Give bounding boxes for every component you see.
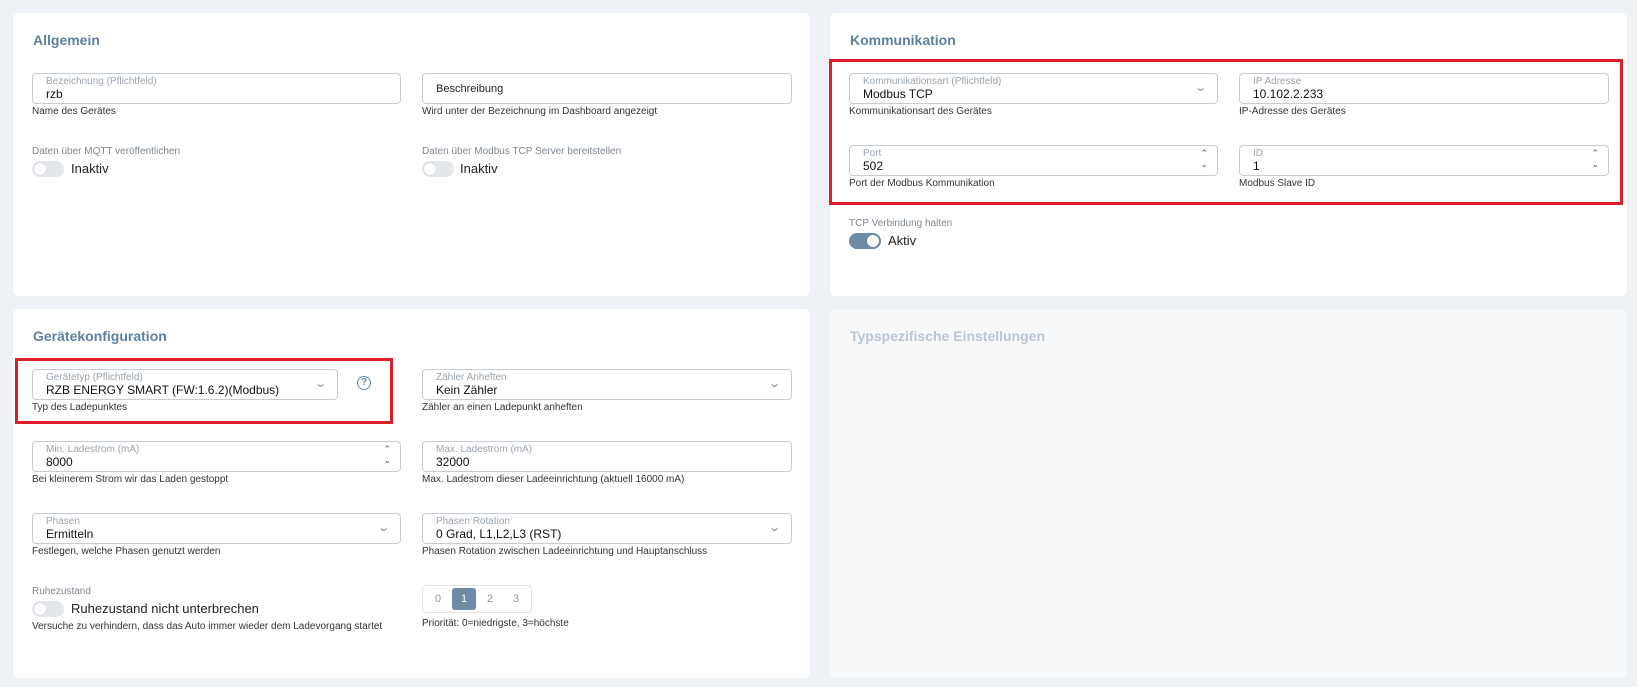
field-hint: Bei kleinerem Strom wir das Laden gestop…: [32, 474, 229, 485]
field-hint: Name des Gerätes: [32, 106, 116, 117]
toggle-knob: [424, 163, 436, 175]
field-hint: Wird unter der Bezeichnung im Dashboard …: [422, 106, 658, 117]
field-value: rzb: [46, 87, 63, 101]
card-title: Typspezifische Einstellungen: [850, 328, 1046, 344]
prioritaet-option-1[interactable]: 1: [452, 588, 476, 610]
min-ladestrom-input[interactable]: Min. Ladestrom (mA) 8000 ⌃ ⌄: [32, 441, 401, 472]
field-placeholder: Beschreibung: [436, 83, 504, 95]
prioritaet-option-0[interactable]: 0: [426, 588, 450, 610]
field-hint: Max. Ladestrom dieser Ladeeinrichtung (a…: [422, 474, 685, 485]
field-label: Phasen Rotation: [436, 516, 510, 527]
card-typspezifisch: Typspezifische Einstellungen: [830, 309, 1627, 678]
chevron-down-icon: ⌄: [376, 522, 390, 534]
tcp-halten-state: Aktiv: [888, 233, 917, 248]
ruhezustand-toggle[interactable]: [32, 601, 64, 617]
modbus-server-label: Daten über Modbus TCP Server bereitstell…: [422, 146, 622, 157]
field-value: Ermitteln: [46, 527, 94, 541]
zaehler-select[interactable]: Zähler Anheften Kein Zähler ⌄: [422, 369, 792, 400]
prioritaet-selector: 0 1 2 3: [422, 585, 532, 613]
field-hint: Zähler an einen Ladepunkt anheften: [422, 402, 583, 413]
phasen-rotation-select[interactable]: Phasen Rotation 0 Grad, L1,L2,L3 (RST) ⌄: [422, 513, 792, 544]
highlight-box-kommunikation: [829, 59, 1623, 205]
mqtt-label: Daten über MQTT veröffentlichen: [32, 146, 181, 157]
spinner-arrows-icon[interactable]: ⌃ ⌄: [383, 444, 391, 466]
card-title: Allgemein: [33, 32, 100, 48]
field-value: 32000: [436, 455, 470, 469]
field-label: Max. Ladestrom (mA): [436, 444, 533, 455]
bezeichnung-input[interactable]: Bezeichnung (Pflichtfeld) rzb: [32, 73, 401, 104]
toggle-knob: [34, 603, 46, 615]
mqtt-state: Inaktiv: [71, 161, 109, 176]
tcp-halten-label: TCP Verbindung halten: [849, 218, 953, 229]
max-ladestrom-input[interactable]: Max. Ladestrom (mA) 32000: [422, 441, 792, 472]
tcp-halten-toggle[interactable]: [849, 233, 881, 249]
card-title: Gerätekonfiguration: [33, 328, 167, 344]
field-hint: Festlegen, welche Phasen genutzt werden: [32, 546, 221, 557]
phasen-select[interactable]: Phasen Ermitteln ⌄: [32, 513, 401, 544]
field-value: Kein Zähler: [436, 383, 498, 397]
toggle-knob: [34, 163, 46, 175]
field-hint: Priorität: 0=niedrigste, 3=höchste: [422, 618, 569, 629]
field-label: Zähler Anheften: [436, 372, 507, 383]
field-value: 8000: [46, 455, 73, 469]
card-title: Kommunikation: [850, 32, 956, 48]
chevron-down-icon: ⌄: [767, 522, 781, 534]
ruhezustand-state: Ruhezustand nicht unterbrechen: [71, 601, 259, 616]
toggle-knob: [867, 235, 879, 247]
ruhezustand-label: Ruhezustand: [32, 586, 91, 597]
field-hint: Phasen Rotation zwischen Ladeeinrichtung…: [422, 546, 708, 557]
field-hint: Versuche zu verhindern, dass das Auto im…: [32, 621, 383, 632]
prioritaet-option-3[interactable]: 3: [504, 588, 528, 610]
prioritaet-option-2[interactable]: 2: [478, 588, 502, 610]
field-value: 0 Grad, L1,L2,L3 (RST): [436, 527, 562, 541]
field-label: Bezeichnung (Pflichtfeld): [46, 76, 157, 87]
modbus-server-state: Inaktiv: [460, 161, 498, 176]
chevron-down-icon: ⌄: [767, 378, 781, 390]
field-label: Min. Ladestrom (mA): [46, 444, 140, 455]
field-label: Phasen: [46, 516, 80, 527]
mqtt-toggle[interactable]: [32, 161, 64, 177]
highlight-box-geraetetyp: [15, 358, 393, 424]
modbus-server-toggle[interactable]: [422, 161, 454, 177]
card-allgemein: Allgemein Bezeichnung (Pflichtfeld) rzb …: [13, 13, 810, 296]
beschreibung-input[interactable]: Beschreibung: [422, 73, 792, 104]
